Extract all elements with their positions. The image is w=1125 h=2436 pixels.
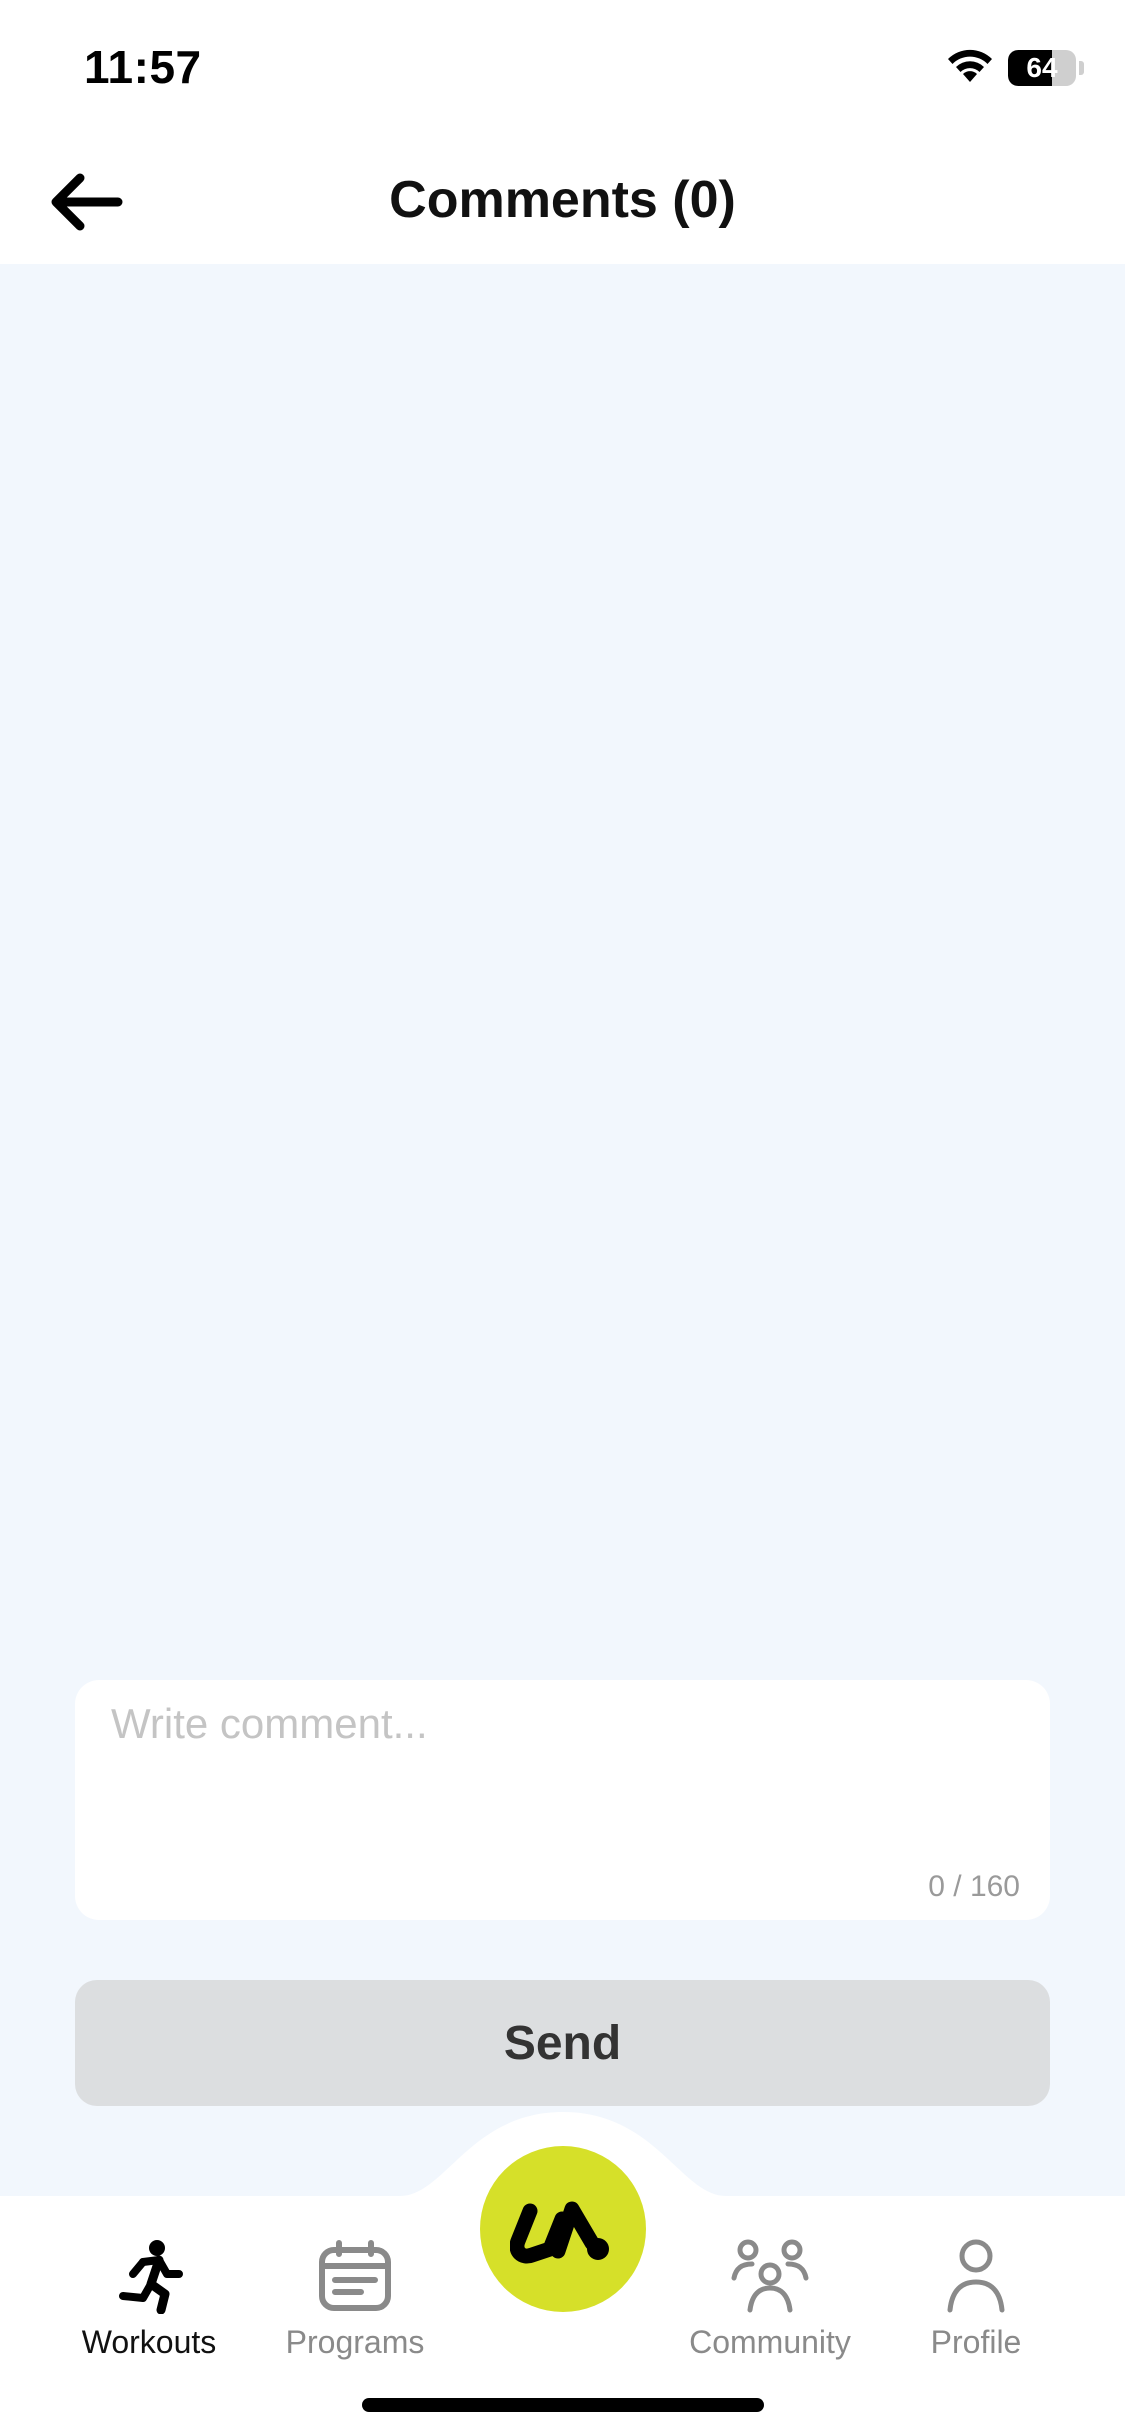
home-indicator xyxy=(362,2398,764,2412)
app-logo-icon xyxy=(510,2201,609,2264)
tab-profile[interactable]: Profile xyxy=(886,2236,1066,2361)
comment-box: 0 / 160 xyxy=(75,1680,1050,1920)
tab-label: Community xyxy=(689,2324,851,2360)
tab-programs[interactable]: Programs xyxy=(265,2236,445,2361)
people-group-icon xyxy=(730,2236,810,2316)
comment-input[interactable] xyxy=(75,1680,1050,1920)
nav-bar: Comments (0) xyxy=(0,140,1125,264)
battery-level: 64 xyxy=(1026,52,1058,83)
wifi-icon xyxy=(948,49,992,82)
char-counter: 0 / 160 xyxy=(928,1870,1020,1903)
battery-cap xyxy=(1079,61,1084,75)
tab-label: Workouts xyxy=(81,2324,217,2360)
page-title: Comments (0) xyxy=(389,171,736,229)
status-bar: 11:57 64 xyxy=(0,0,1125,140)
send-button[interactable]: Send xyxy=(75,1980,1050,2106)
calendar-icon xyxy=(315,2236,395,2316)
back-button[interactable] xyxy=(36,162,136,242)
battery-icon: 64 xyxy=(1008,50,1076,86)
arrow-left-icon xyxy=(51,173,123,231)
tab-workouts[interactable]: Workouts xyxy=(59,2236,239,2361)
tab-label: Profile xyxy=(930,2324,1022,2360)
app-logo-button[interactable] xyxy=(480,2146,646,2312)
tab-label: Programs xyxy=(285,2324,425,2360)
status-time: 11:57 xyxy=(84,41,202,93)
person-icon xyxy=(936,2236,1016,2316)
tab-community[interactable]: Community xyxy=(680,2236,860,2361)
running-person-icon xyxy=(109,2236,189,2316)
